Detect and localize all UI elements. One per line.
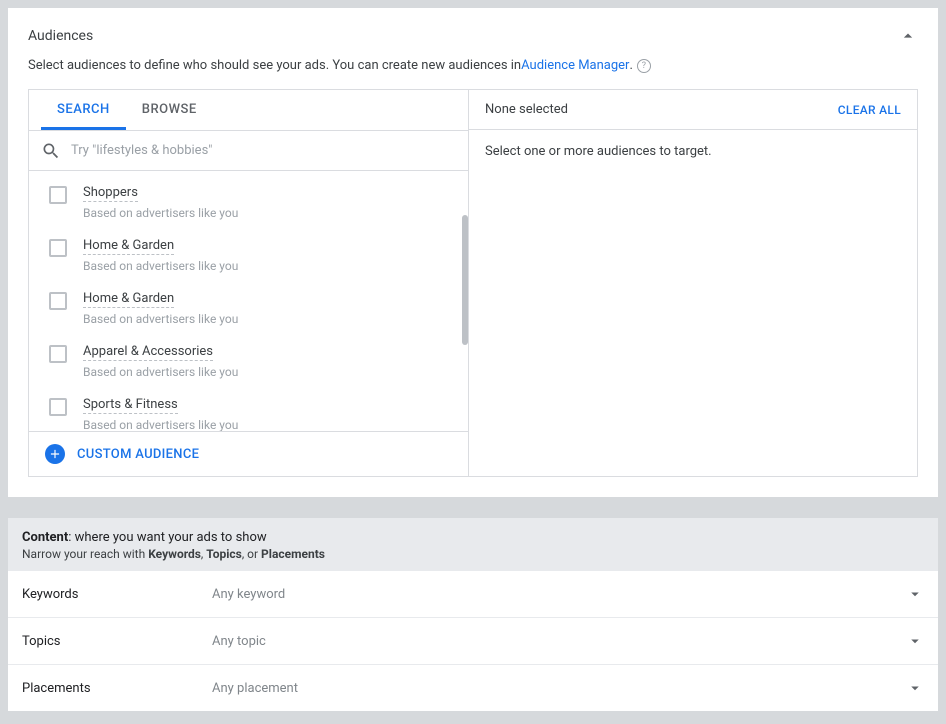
plus-icon xyxy=(45,444,65,464)
list-item[interactable]: Sports & Fitness Based on advertisers li… xyxy=(29,387,468,431)
audience-list: Shoppers Based on advertisers like you H… xyxy=(29,171,468,431)
checkbox[interactable] xyxy=(49,398,67,416)
custom-audience-button[interactable]: CUSTOM AUDIENCE xyxy=(29,431,468,476)
content-section-header: Content: where you want your ads to show… xyxy=(8,517,938,571)
item-title: Sports & Fitness xyxy=(83,397,178,414)
item-subtitle: Based on advertisers like you xyxy=(83,206,238,220)
item-subtitle: Based on advertisers like you xyxy=(83,312,238,326)
list-item[interactable]: Shoppers Based on advertisers like you xyxy=(29,175,468,228)
row-label: Placements xyxy=(22,681,212,696)
card-title: Audiences xyxy=(28,28,93,44)
checkbox[interactable] xyxy=(49,345,67,363)
list-item[interactable]: Home & Garden Based on advertisers like … xyxy=(29,281,468,334)
item-title: Apparel & Accessories xyxy=(83,344,213,361)
checkbox[interactable] xyxy=(49,186,67,204)
audience-manager-link[interactable]: Audience Manager xyxy=(521,58,629,73)
content-row-keywords[interactable]: Keywords Any keyword xyxy=(8,571,938,618)
chevron-down-icon xyxy=(906,679,924,697)
audiences-card: Audiences Select audiences to define who… xyxy=(8,8,938,497)
card-subtitle: Select audiences to define who should se… xyxy=(28,58,918,73)
item-title: Home & Garden xyxy=(83,238,174,255)
chevron-down-icon xyxy=(906,632,924,650)
selection-hint: Select one or more audiences to target. xyxy=(469,130,917,173)
content-row-topics[interactable]: Topics Any topic xyxy=(8,618,938,665)
clear-all-button[interactable]: CLEAR ALL xyxy=(838,103,901,117)
search-icon xyxy=(41,141,61,161)
item-subtitle: Based on advertisers like you xyxy=(83,259,238,273)
row-label: Keywords xyxy=(22,587,212,602)
item-subtitle: Based on advertisers like you xyxy=(83,365,238,379)
item-title: Home & Garden xyxy=(83,291,174,308)
row-value: Any keyword xyxy=(212,587,906,602)
help-icon[interactable]: ? xyxy=(637,59,651,73)
tab-search[interactable]: SEARCH xyxy=(41,90,126,130)
chevron-down-icon xyxy=(906,585,924,603)
list-item[interactable]: Home & Garden Based on advertisers like … xyxy=(29,228,468,281)
row-label: Topics xyxy=(22,634,212,649)
list-item[interactable]: Apparel & Accessories Based on advertise… xyxy=(29,334,468,387)
selected-summary: None selected xyxy=(485,102,568,117)
checkbox[interactable] xyxy=(49,292,67,310)
item-title: Shoppers xyxy=(83,185,138,202)
tab-browse[interactable]: BROWSE xyxy=(126,90,213,130)
search-input[interactable] xyxy=(71,137,456,164)
item-subtitle: Based on advertisers like you xyxy=(83,418,238,431)
row-value: Any topic xyxy=(212,634,906,649)
tabs: SEARCH BROWSE xyxy=(29,90,468,131)
scrollbar[interactable] xyxy=(462,215,468,345)
row-value: Any placement xyxy=(212,681,906,696)
collapse-icon[interactable] xyxy=(898,26,918,46)
content-row-placements[interactable]: Placements Any placement xyxy=(8,665,938,711)
checkbox[interactable] xyxy=(49,239,67,257)
